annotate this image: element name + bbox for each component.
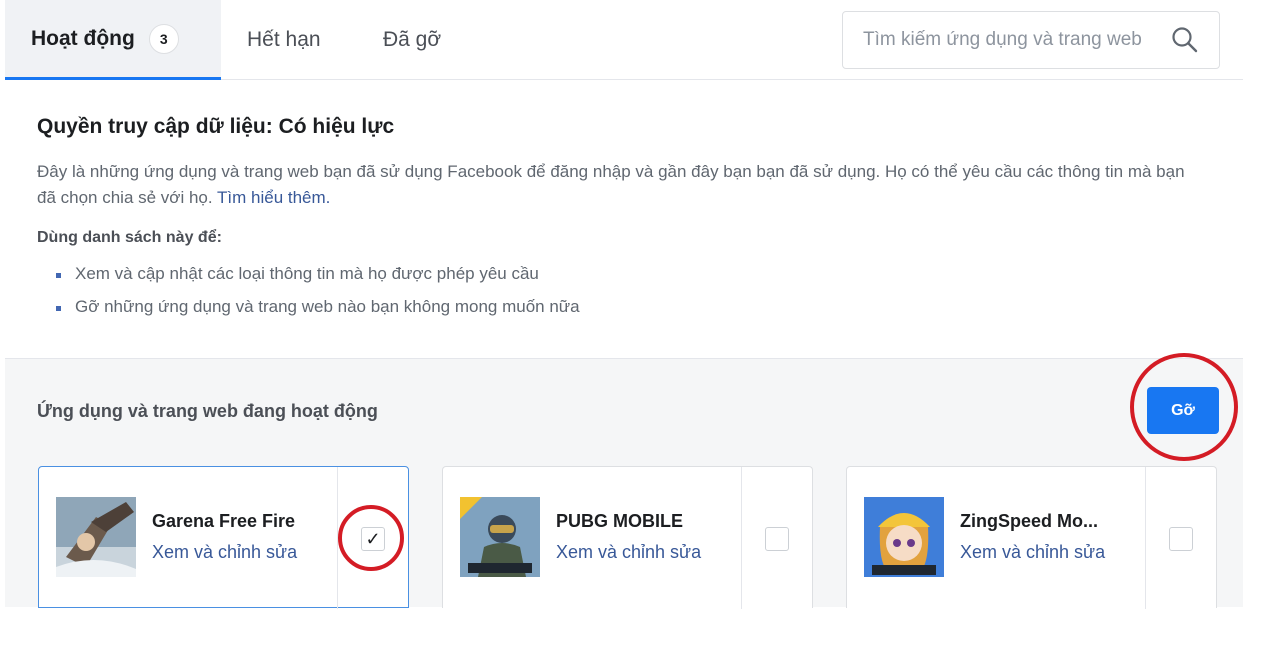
app-name: Garena Free Fire (152, 511, 296, 531)
app-checkbox[interactable]: ✓ (361, 527, 385, 551)
zingspeed-mobile-thumbnail (864, 497, 944, 577)
info-description: Đây là những ứng dụng và trang web bạn đ… (37, 159, 1197, 211)
use-list: Xem và cập nhật các loại thông tin mà họ… (37, 261, 1237, 327)
tab-active[interactable]: Hoạt động 3 (5, 0, 221, 80)
pubg-mobile-thumbnail (460, 497, 540, 577)
learn-more-link[interactable]: Tìm hiểu thêm. (217, 188, 330, 207)
info-description-text: Đây là những ứng dụng và trang web bạn đ… (37, 162, 1185, 207)
card-divider (741, 467, 742, 609)
app-name: PUBG MOBILE (556, 511, 684, 531)
info-section: Quyền truy cập dữ liệu: Có hiệu lực Đây … (37, 115, 1237, 327)
app-checkbox[interactable] (1169, 527, 1193, 551)
app-name: ZingSpeed Mo... (960, 511, 1098, 531)
tab-active-count-badge: 3 (148, 23, 179, 54)
garena-free-fire-thumbnail (56, 497, 136, 577)
active-apps-title: Ứng dụng và trang web đang hoạt động (37, 401, 378, 421)
app-card-garena-free-fire[interactable]: Garena Free Fire Xem và chỉnh sửa ✓ (38, 466, 409, 609)
view-edit-link[interactable]: Xem và chỉnh sửa (960, 542, 1105, 563)
view-edit-link[interactable]: Xem và chỉnh sửa (152, 542, 297, 563)
app-checkbox[interactable] (765, 527, 789, 551)
app-card-zingspeed-mobile[interactable]: ZingSpeed Mo... Xem và chỉnh sửa (846, 466, 1217, 609)
tab-active-label: Hoạt động (31, 26, 135, 50)
list-item: Gỡ những ứng dụng và trang web nào bạn k… (37, 294, 1237, 327)
tab-removed[interactable]: Đã gỡ (383, 0, 441, 80)
card-divider (337, 467, 338, 609)
app-card-pubg-mobile[interactable]: PUBG MOBILE Xem và chỉnh sửa (442, 466, 813, 609)
remove-button[interactable]: Gỡ (1147, 387, 1219, 434)
search-box (842, 11, 1220, 69)
use-list-title: Dùng danh sách này để: (37, 229, 222, 246)
tab-expired[interactable]: Hết hạn (247, 0, 321, 80)
list-item: Xem và cập nhật các loại thông tin mà họ… (37, 261, 1237, 294)
view-edit-link[interactable]: Xem và chỉnh sửa (556, 542, 701, 563)
active-apps-section: Ứng dụng và trang web đang hoạt động Gỡ … (5, 358, 1243, 609)
search-icon[interactable] (1171, 26, 1199, 54)
card-divider (1145, 467, 1146, 609)
info-title: Quyền truy cập dữ liệu: Có hiệu lực (37, 115, 395, 138)
search-input[interactable] (863, 29, 1163, 51)
